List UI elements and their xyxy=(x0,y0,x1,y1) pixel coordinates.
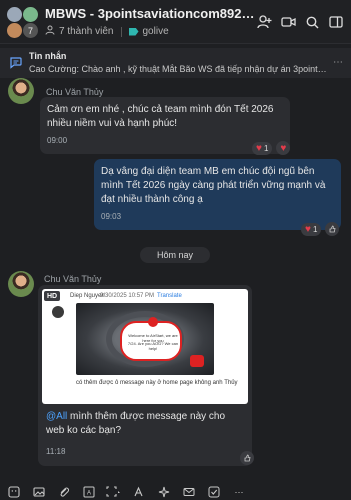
svg-text:A: A xyxy=(87,491,91,497)
message-reactions[interactable]: ♥ 1 xyxy=(301,222,340,236)
message-sender: Chu Văn Thủy xyxy=(44,274,102,284)
day-divider: Hôm nay xyxy=(140,247,210,263)
more-options-icon[interactable]: ⋯ xyxy=(333,57,343,68)
image-icon[interactable] xyxy=(28,485,50,499)
member-avatar xyxy=(22,6,39,23)
quoted-avatar xyxy=(52,306,64,318)
heart-icon: ♥ xyxy=(305,223,311,235)
member-count[interactable]: 7 thành viên xyxy=(59,26,114,37)
pinned-title: Tin nhắn xyxy=(29,51,67,61)
search-icon[interactable] xyxy=(301,12,323,32)
message-text-body: mình thêm được message này cho web ko cá… xyxy=(46,411,226,436)
format-icon[interactable] xyxy=(128,485,150,499)
add-reaction-button[interactable] xyxy=(240,451,254,465)
conversation-meta: 7 thành viên golive xyxy=(45,25,169,38)
quoted-caption: có thêm được ô message này ở home page k… xyxy=(76,380,238,386)
header-actions xyxy=(251,12,347,32)
message-icon xyxy=(9,56,22,74)
member-avatar xyxy=(6,6,23,23)
members-icon xyxy=(45,25,55,38)
reaction-count: 1 xyxy=(312,224,318,234)
website-screenshot: Welcome to AirStart, we are here for you… xyxy=(76,303,214,375)
reaction-summary[interactable]: ♥ 1 xyxy=(301,222,322,236)
conversation-tag[interactable]: golive xyxy=(143,26,169,37)
group-avatar[interactable]: 7 xyxy=(6,6,40,40)
message-reactions[interactable] xyxy=(236,451,254,465)
avatar[interactable] xyxy=(8,78,34,104)
message-time: 11:18 xyxy=(46,447,66,456)
chat-widget-icon xyxy=(190,355,204,367)
heart-icon: ♥ xyxy=(280,142,287,154)
message-text: Cảm ơn em nhé , chúc cả team mình đón Tế… xyxy=(47,104,274,129)
attached-image[interactable]: HD Diep Nguyen 9/30/2025 10:57 PM Transl… xyxy=(42,289,248,404)
message-bubble[interactable]: HD Diep Nguyen 9/30/2025 10:57 PM Transl… xyxy=(38,285,252,466)
message-content: @All mình thêm được message này cho web … xyxy=(38,404,252,466)
message-sender: Chu Văn Thủy xyxy=(46,87,104,97)
check-icon[interactable] xyxy=(203,485,225,499)
popup-text: 7/24. Are you AOG? We can help! xyxy=(127,341,179,351)
pinned-preview: Cao Cường: Chào anh , kỹ thuật Mắt Bão W… xyxy=(29,64,329,74)
member-overflow-count: 7 xyxy=(22,22,39,39)
text-format-icon[interactable]: A xyxy=(78,485,100,499)
member-avatar xyxy=(6,22,23,39)
reaction-summary[interactable]: ♥ 1 xyxy=(252,141,273,155)
pinned-message-bar[interactable]: Tin nhắn Cao Cường: Chào anh , kỹ thuật … xyxy=(0,48,351,78)
tag-icon xyxy=(128,27,139,36)
video-call-icon[interactable] xyxy=(277,12,299,32)
translate-link: Translate xyxy=(157,293,182,299)
welcome-popup: Welcome to AirStart, we are here for you… xyxy=(120,317,182,361)
chat-window: 7 MBWS - 3pointsaviationcom892.mbws.vn 7… xyxy=(0,0,351,500)
avatar[interactable] xyxy=(8,271,34,297)
message-reactions[interactable]: ♥ 1 ♥ xyxy=(252,141,291,155)
hd-badge: HD xyxy=(44,291,60,301)
conversation-title[interactable]: MBWS - 3pointsaviationcom892.mbws.vn xyxy=(45,6,255,21)
screenshot-icon[interactable] xyxy=(103,485,125,499)
message-time: 09:03 xyxy=(101,212,122,221)
message-time: 09:00 xyxy=(47,136,68,145)
ai-icon[interactable] xyxy=(153,485,175,499)
quoted-date: 9/30/2025 10:57 PM xyxy=(100,293,155,299)
message-text: @All mình thêm được message này cho web … xyxy=(46,410,244,438)
attachment-icon[interactable] xyxy=(53,485,75,499)
conversation-info-icon[interactable] xyxy=(325,12,347,32)
add-reaction-button[interactable] xyxy=(325,222,340,236)
reaction-count: 1 xyxy=(263,143,269,153)
divider xyxy=(120,26,122,37)
add-member-icon[interactable] xyxy=(253,12,275,32)
email-icon[interactable] xyxy=(178,485,200,499)
composer-toolbar: A ⋯ xyxy=(0,484,351,500)
sticker-icon[interactable] xyxy=(3,485,25,499)
message-text: Dạ vâng đại diện team MB em chúc đội ngũ… xyxy=(101,166,326,205)
plus-icon xyxy=(148,317,158,327)
heart-icon: ♥ xyxy=(256,142,262,154)
add-reaction-button[interactable]: ♥ xyxy=(276,141,291,155)
message-bubble-mine[interactable]: Dạ vâng đại diện team MB em chúc đội ngũ… xyxy=(94,159,341,230)
chat-header: 7 MBWS - 3pointsaviationcom892.mbws.vn 7… xyxy=(0,0,351,44)
mention-all[interactable]: @All xyxy=(46,411,67,422)
more-icon[interactable]: ⋯ xyxy=(228,485,250,499)
